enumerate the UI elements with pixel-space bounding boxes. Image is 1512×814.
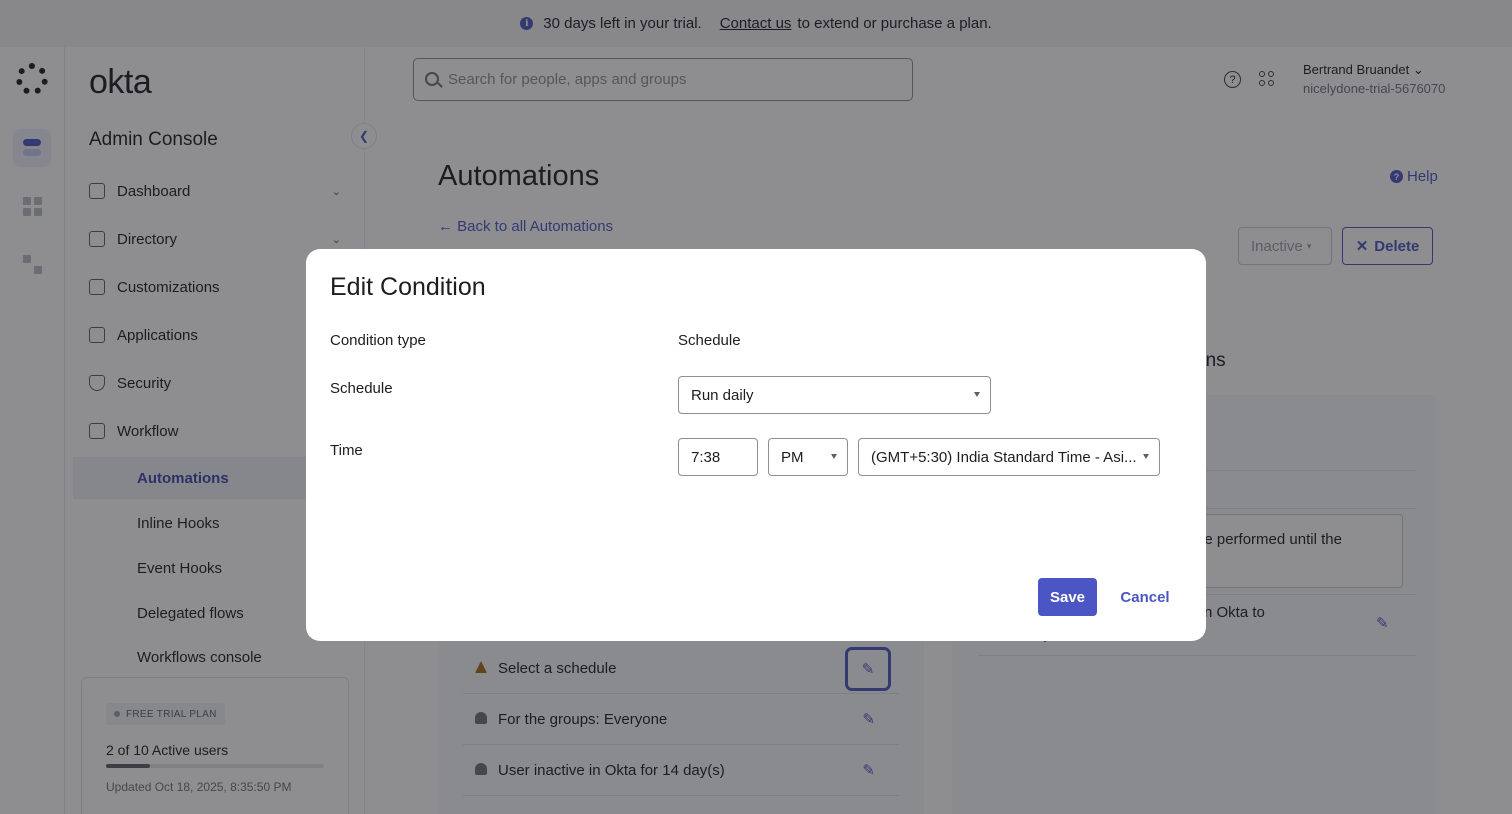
cancel-button[interactable]: Cancel (1117, 578, 1173, 616)
ampm-select[interactable]: PM (768, 438, 848, 476)
edit-condition-dialog: Edit Condition Condition type Schedule S… (306, 249, 1206, 641)
caret-down-icon (831, 454, 837, 459)
save-button[interactable]: Save (1038, 578, 1097, 616)
schedule-select[interactable]: Run daily (678, 376, 991, 414)
time-input[interactable] (678, 438, 758, 476)
dialog-title: Edit Condition (330, 273, 486, 301)
ampm-select-value: PM (781, 448, 804, 466)
schedule-select-value: Run daily (691, 386, 754, 404)
condition-type-label: Condition type (330, 332, 426, 349)
timezone-select-value: (GMT+5:30) India Standard Time - Asi... (871, 448, 1137, 466)
schedule-label: Schedule (330, 380, 393, 397)
condition-type-value: Schedule (678, 332, 741, 349)
timezone-select[interactable]: (GMT+5:30) India Standard Time - Asi... (858, 438, 1160, 476)
time-label: Time (330, 442, 363, 459)
caret-down-icon (1143, 454, 1149, 459)
caret-down-icon (974, 392, 980, 397)
